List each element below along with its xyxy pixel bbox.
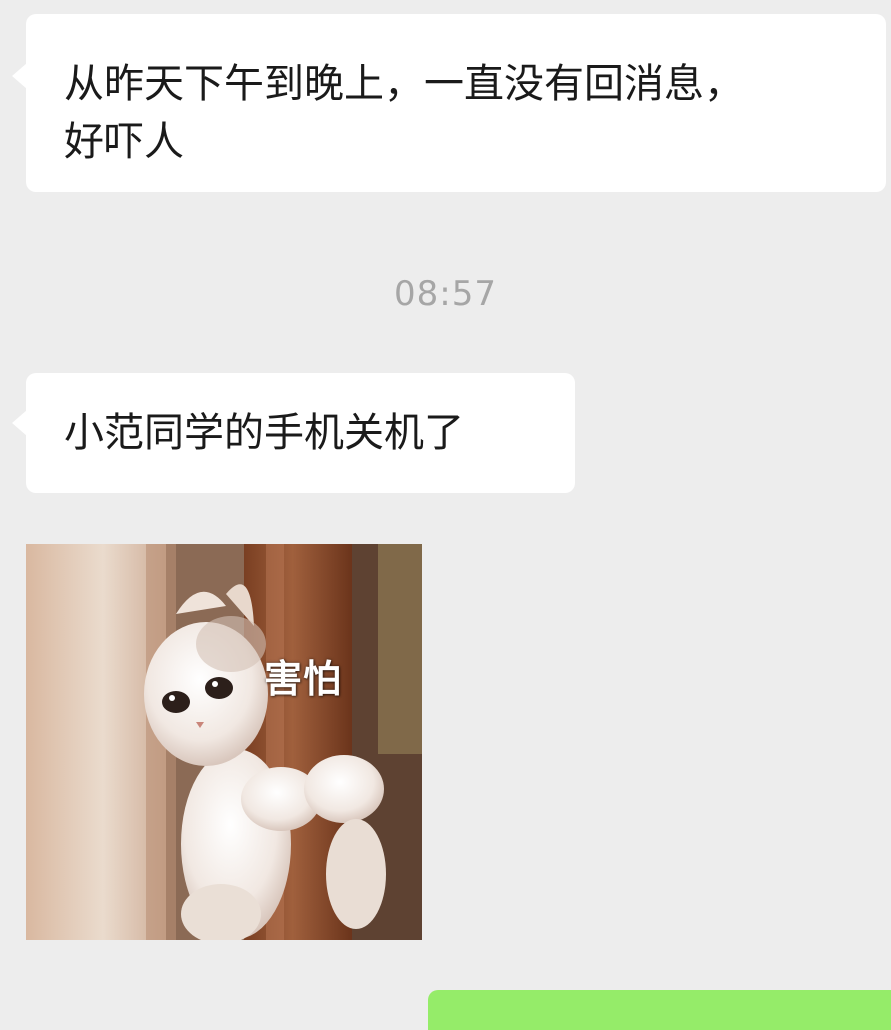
message-timestamp: 08:57 <box>394 274 497 314</box>
message-text-line: 好吓人 <box>64 119 184 165</box>
incoming-message-bubble[interactable]: 小范同学的手机关机了 <box>12 373 575 493</box>
message-text-line: 从昨天下午到晚上，一直没有回消息， <box>64 61 744 107</box>
chat-message-list[interactable]: 从昨天下午到晚上，一直没有回消息， 好吓人 08:57 小范同学的手机关机了 害… <box>0 0 891 1030</box>
sticker-image[interactable]: 害怕 <box>26 544 422 940</box>
incoming-message-bubble[interactable]: 从昨天下午到晚上，一直没有回消息， 好吓人 <box>12 14 886 192</box>
message-text: 小范同学的手机关机了 <box>64 410 464 456</box>
sticker-caption: 害怕 <box>264 657 343 701</box>
outgoing-message-bubble[interactable] <box>428 990 891 1030</box>
cat-hugging-pole-sticker-icon <box>26 544 422 940</box>
